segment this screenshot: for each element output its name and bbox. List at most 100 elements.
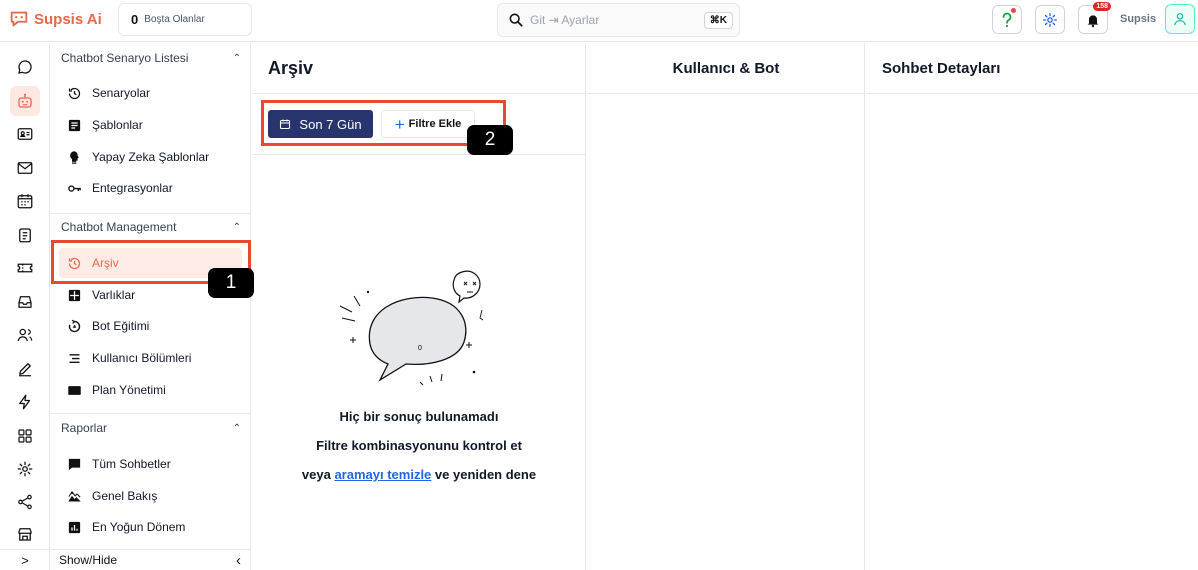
user-avatar[interactable] bbox=[1165, 4, 1195, 34]
rail-mail-icon[interactable] bbox=[10, 153, 40, 183]
bolt-icon bbox=[19, 394, 31, 410]
nav-item-label: Varlıklar bbox=[92, 288, 136, 302]
card-icon bbox=[68, 385, 81, 395]
section-title: Chatbot Senaryo Listesi bbox=[61, 51, 189, 65]
empty-hint-prefix: veya bbox=[301, 467, 331, 482]
nav-item-label: Şablonlar bbox=[92, 118, 143, 132]
nav-item-label: Tüm Sohbetler bbox=[92, 457, 171, 471]
settings-button[interactable] bbox=[1035, 5, 1065, 34]
annotation-marker-1: 1 bbox=[208, 268, 254, 298]
list-icon bbox=[69, 353, 80, 363]
help-button[interactable] bbox=[992, 5, 1022, 34]
nav-item-integrations[interactable]: Entegrasyonlar bbox=[59, 173, 242, 203]
gear-icon bbox=[1043, 12, 1057, 27]
nav-item-bot-training[interactable]: Bot Eğitimi bbox=[59, 311, 242, 341]
logo-icon bbox=[10, 11, 28, 27]
user-bot-title: Kullanıcı & Bot bbox=[672, 59, 780, 77]
chat-details-title: Sohbet Detayları bbox=[882, 59, 1001, 77]
icon-rail: > bbox=[0, 43, 50, 570]
section-header-scenarios[interactable]: Chatbot Senaryo Listesi ⌃ bbox=[51, 43, 251, 73]
empty-state-illustration: 0 bbox=[339, 270, 484, 386]
share-icon bbox=[18, 494, 32, 510]
question-icon bbox=[1002, 12, 1012, 27]
rail-automation-icon[interactable] bbox=[10, 387, 40, 417]
history-icon bbox=[68, 87, 81, 99]
rail-share-icon[interactable] bbox=[10, 487, 40, 517]
notification-badge: 158 bbox=[1093, 2, 1111, 11]
pen-icon bbox=[19, 363, 31, 377]
chevron-up-icon: ⌃ bbox=[232, 221, 241, 233]
inbox-icon bbox=[18, 296, 32, 308]
nav-item-scenarios[interactable]: Senaryolar bbox=[59, 78, 242, 108]
empty-hint: Filtre kombinasyonunu kontrol et bbox=[316, 438, 522, 453]
training-icon bbox=[68, 319, 81, 332]
users-icon bbox=[17, 328, 33, 342]
nav-item-label: Kullanıcı Bölümleri bbox=[92, 351, 192, 365]
sidebar-nav: Chatbot Senaryo Listesi ⌃ Senaryolar Şab… bbox=[51, 43, 251, 570]
store-icon bbox=[18, 528, 32, 541]
archive-title: Arşiv bbox=[252, 43, 586, 94]
rail-apps-icon[interactable] bbox=[10, 421, 40, 451]
nav-item-templates[interactable]: Şablonlar bbox=[59, 110, 242, 140]
nav-item-label: En Yoğun Dönem bbox=[92, 520, 186, 534]
nav-item-label: Yapay Zeka Şablonlar bbox=[92, 150, 210, 164]
nav-item-ai-templates[interactable]: Yapay Zeka Şablonlar bbox=[59, 142, 242, 172]
search-shortcut: ⌘K bbox=[703, 11, 733, 29]
landscape-icon bbox=[68, 490, 81, 501]
help-indicator bbox=[1011, 8, 1016, 13]
chevron-left-icon: ‹ bbox=[236, 551, 241, 569]
clear-search-link[interactable]: aramayı temizle bbox=[334, 467, 431, 482]
chevron-right-icon: > bbox=[21, 552, 29, 568]
app-root: Supsis Ai 0 Boşta Olanlar Git ⇥ Ayarlar … bbox=[0, 0, 1198, 570]
chevron-up-icon: ⌃ bbox=[232, 422, 241, 434]
rail-users-icon[interactable] bbox=[10, 320, 40, 350]
nav-item-overview[interactable]: Genel Bakış bbox=[59, 481, 242, 511]
rail-clipboard-icon[interactable] bbox=[10, 220, 40, 250]
rail-inbox-icon[interactable] bbox=[10, 287, 40, 317]
template-icon bbox=[68, 119, 81, 131]
nav-item-plan-management[interactable]: Plan Yönetimi bbox=[59, 375, 242, 405]
idle-label: Boşta Olanlar bbox=[144, 14, 205, 25]
brand-logo[interactable]: Supsis Ai bbox=[8, 8, 102, 30]
user-bot-column bbox=[587, 43, 865, 570]
nav-item-busiest-period[interactable]: En Yoğun Dönem bbox=[59, 512, 242, 542]
user-icon bbox=[1174, 13, 1186, 26]
search-icon bbox=[509, 13, 523, 27]
bubble-number: 0 bbox=[418, 345, 422, 352]
rail-calendar-icon[interactable] bbox=[10, 186, 40, 216]
grid-icon bbox=[18, 429, 32, 443]
nav-item-all-chats[interactable]: Tüm Sohbetler bbox=[59, 449, 242, 479]
search-bar[interactable]: Git ⇥ Ayarlar ⌘K bbox=[497, 3, 740, 37]
annotation-marker-2: 2 bbox=[467, 125, 513, 155]
notifications-button[interactable]: 158 bbox=[1078, 2, 1111, 34]
section-title: Chatbot Management bbox=[61, 220, 177, 234]
rail-edit-icon[interactable] bbox=[10, 354, 40, 384]
calendar-icon bbox=[17, 194, 33, 209]
idle-agents-box[interactable]: 0 Boşta Olanlar bbox=[118, 3, 252, 36]
expand-rail-button[interactable]: > bbox=[0, 549, 50, 570]
nav-item-label: Plan Yönetimi bbox=[92, 383, 166, 397]
brain-head-icon bbox=[70, 150, 79, 164]
grid-icon bbox=[68, 289, 81, 301]
bell-icon bbox=[1087, 14, 1099, 27]
bar-chart-icon bbox=[68, 521, 81, 533]
nav-item-user-segments[interactable]: Kullanıcı Bölümleri bbox=[59, 343, 242, 373]
rail-chat-icon[interactable] bbox=[10, 52, 40, 82]
search-placeholder: Git ⇥ Ayarlar bbox=[530, 13, 600, 27]
user-name[interactable]: Supsis bbox=[1120, 13, 1156, 25]
empty-hint-line3: veya aramayı temizle ve yeniden dene bbox=[252, 467, 586, 482]
clipboard-icon bbox=[19, 228, 31, 243]
rail-settings-icon[interactable] bbox=[10, 454, 40, 484]
rail-ticket-icon[interactable] bbox=[10, 253, 40, 283]
section-header-management[interactable]: Chatbot Management ⌃ bbox=[51, 212, 251, 242]
page-title: Arşiv bbox=[268, 57, 314, 78]
show-hide-toggle[interactable]: Show/Hide ‹ bbox=[51, 549, 251, 570]
section-header-reports[interactable]: Raporlar ⌃ bbox=[51, 413, 251, 443]
chat-icon bbox=[68, 458, 81, 470]
nav-item-label: Entegrasyonlar bbox=[92, 181, 173, 195]
top-bar: Supsis Ai 0 Boşta Olanlar Git ⇥ Ayarlar … bbox=[0, 0, 1198, 42]
gear-icon bbox=[17, 461, 33, 477]
rail-chatbot-icon[interactable] bbox=[10, 86, 40, 116]
rail-contacts-icon[interactable] bbox=[10, 119, 40, 149]
rail-store-icon[interactable] bbox=[10, 519, 40, 549]
